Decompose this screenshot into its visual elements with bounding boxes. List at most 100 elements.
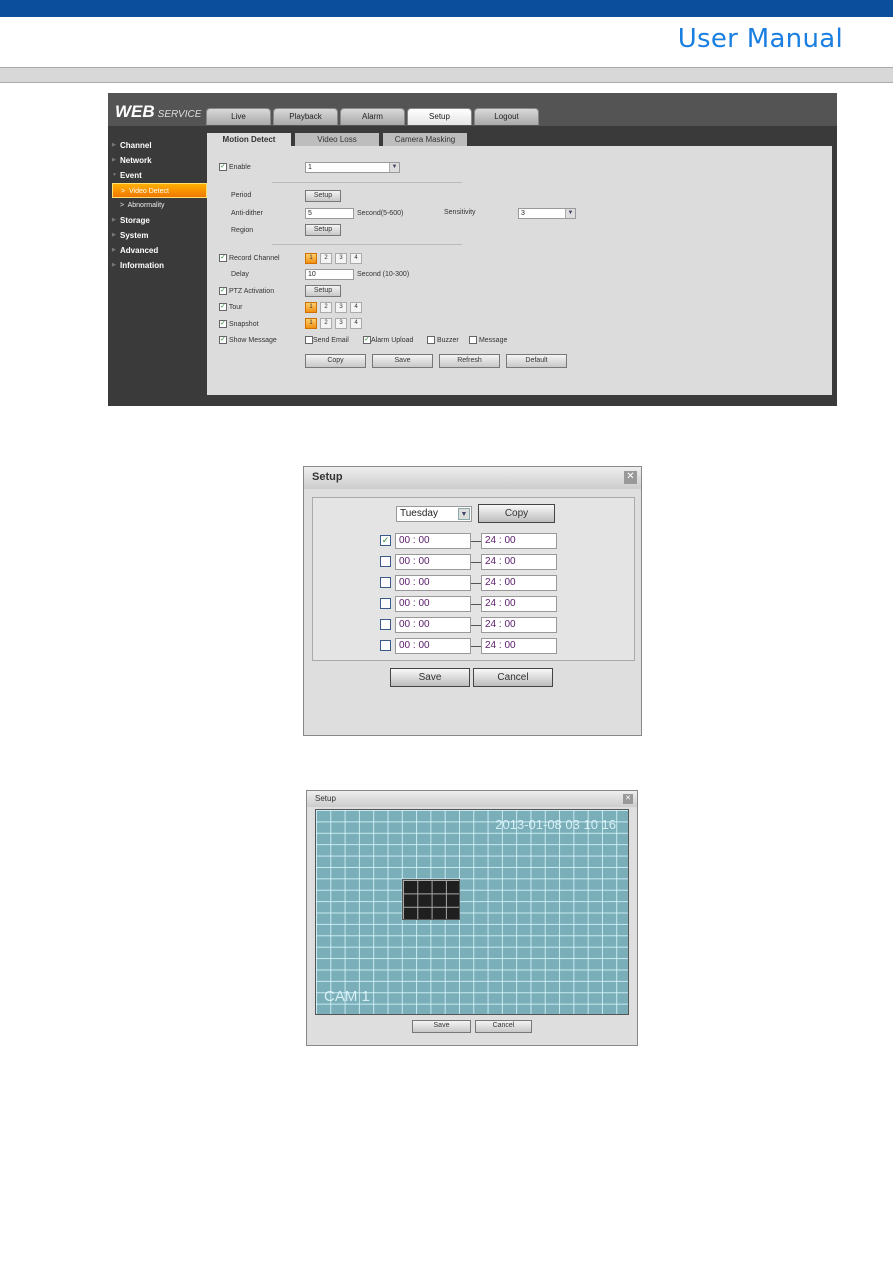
sidebar-item-advanced[interactable]: Advanced: [112, 243, 207, 258]
sidebar-item-channel[interactable]: Channel: [112, 138, 207, 153]
tour-channel-4[interactable]: 4: [350, 302, 362, 313]
period-box: Tuesday ▼ Copy ✓ 00 : 00 24 : 00 00 : 00 24 :…: [312, 497, 635, 661]
copy-button[interactable]: Copy: [478, 504, 555, 523]
divider: [272, 182, 462, 183]
save-button[interactable]: Save: [390, 668, 470, 687]
sidebar-item-event[interactable]: Event: [112, 168, 207, 183]
cancel-button[interactable]: Cancel: [475, 1020, 532, 1033]
show-message-checkbox[interactable]: ✓: [219, 336, 227, 344]
period-dash: [471, 541, 481, 542]
period-checkbox[interactable]: [380, 577, 391, 588]
cancel-button[interactable]: Cancel: [473, 668, 553, 687]
period-checkbox[interactable]: [380, 640, 391, 651]
tour-channel-2[interactable]: 2: [320, 302, 332, 313]
ptz-setup-button[interactable]: Setup: [305, 285, 341, 297]
save-button[interactable]: Save: [372, 354, 433, 368]
tab-motion-detect[interactable]: Motion Detect: [207, 133, 291, 147]
period-end-input[interactable]: 24 : 00: [481, 575, 557, 591]
alarm-upload-checkbox[interactable]: ✓: [363, 336, 371, 344]
camera-label-overlay: CAM 1: [324, 988, 370, 1005]
snapshot-row: ✓ Snapshot: [219, 320, 259, 328]
copy-button[interactable]: Copy: [305, 354, 366, 368]
day-select[interactable]: Tuesday ▼: [396, 506, 472, 522]
send-email-label: Send Email: [313, 336, 349, 344]
period-end-input[interactable]: 24 : 00: [481, 638, 557, 654]
sensitivity-label: Sensitivity: [444, 209, 476, 216]
buzzer-checkbox[interactable]: [427, 336, 435, 344]
period-start-input[interactable]: 00 : 00: [395, 638, 471, 654]
snapshot-channel-3[interactable]: 3: [335, 318, 347, 329]
sidebar-item-storage[interactable]: Storage: [112, 213, 207, 228]
sidebar-item-information[interactable]: Information: [112, 258, 207, 273]
period-start-input[interactable]: 00 : 00: [395, 533, 471, 549]
period-checkbox[interactable]: ✓: [380, 535, 391, 546]
selected-region[interactable]: [402, 879, 460, 920]
sidebar-item-abnormality[interactable]: > Abnormality: [112, 198, 207, 213]
snapshot-channel-1[interactable]: 1: [305, 318, 317, 329]
period-end-input[interactable]: 24 : 00: [481, 554, 557, 570]
default-button[interactable]: Default: [506, 354, 567, 368]
record-channel-3[interactable]: 3: [335, 253, 347, 264]
channel-select[interactable]: 1 ▼: [305, 162, 400, 173]
alarm-upload-option: ✓Alarm Upload: [363, 336, 413, 344]
anti-dither-input[interactable]: 5: [305, 208, 354, 219]
tab-logout[interactable]: Logout: [474, 108, 539, 125]
period-start-input[interactable]: 00 : 00: [395, 617, 471, 633]
period-start-input[interactable]: 00 : 00: [395, 575, 471, 591]
record-channel-4[interactable]: 4: [350, 253, 362, 264]
record-channel-checkbox[interactable]: ✓: [219, 254, 227, 262]
divider: [272, 244, 462, 245]
period-checkbox[interactable]: [380, 598, 391, 609]
tab-playback[interactable]: Playback: [273, 108, 338, 125]
close-icon[interactable]: ✕: [624, 471, 637, 484]
send-email-checkbox[interactable]: [305, 336, 313, 344]
web-service-screenshot: WEB SERVICE Live Playback Alarm Setup Log…: [108, 93, 837, 406]
sidebar: Channel Network Event > Video Detect > A…: [112, 138, 207, 273]
tab-camera-masking[interactable]: Camera Masking: [383, 133, 467, 147]
snapshot-checkbox[interactable]: ✓: [219, 320, 227, 328]
sidebar-item-network[interactable]: Network: [112, 153, 207, 168]
sidebar-item-system[interactable]: System: [112, 228, 207, 243]
enable-checkbox[interactable]: ✓: [219, 163, 227, 171]
logo: WEB SERVICE: [115, 102, 201, 122]
period-dash: [471, 646, 481, 647]
period-start-input[interactable]: 00 : 00: [395, 596, 471, 612]
timestamp-overlay: 2013-01-08 03 10 16: [495, 817, 616, 832]
message-checkbox[interactable]: [469, 336, 477, 344]
record-channel-2[interactable]: 2: [320, 253, 332, 264]
period-checkbox[interactable]: [380, 619, 391, 630]
period-end-input[interactable]: 24 : 00: [481, 596, 557, 612]
tab-video-loss[interactable]: Video Loss: [295, 133, 379, 147]
snapshot-channel-4[interactable]: 4: [350, 318, 362, 329]
period-end-input[interactable]: 24 : 00: [481, 533, 557, 549]
tab-alarm[interactable]: Alarm: [340, 108, 405, 125]
anti-dither-unit: Second(5-600): [357, 210, 404, 217]
sensitivity-select[interactable]: 3 ▼: [518, 208, 576, 219]
region-grid[interactable]: 2013-01-08 03 10 16 CAM 1: [315, 809, 629, 1015]
main-tabs: Live Playback Alarm Setup Logout: [206, 108, 539, 125]
period-setup-button[interactable]: Setup: [305, 190, 341, 202]
tab-setup[interactable]: Setup: [407, 108, 472, 125]
message-label: Message: [478, 336, 508, 344]
sidebar-sub-label: Abnormality: [127, 202, 165, 209]
record-channel-1[interactable]: 1: [305, 253, 317, 264]
delay-input[interactable]: 10: [305, 269, 354, 280]
period-checkbox[interactable]: [380, 556, 391, 567]
period-start-input[interactable]: 00 : 00: [395, 554, 471, 570]
tour-channel-3[interactable]: 3: [335, 302, 347, 313]
period-end-input[interactable]: 24 : 00: [481, 617, 557, 633]
snapshot-channel-2[interactable]: 2: [320, 318, 332, 329]
sidebar-item-video-detect[interactable]: > Video Detect: [112, 183, 207, 198]
region-setup-dialog: Setup ✕ 2013-01-08 03 10 16 CAM 1 Save C…: [306, 790, 638, 1046]
ptz-checkbox[interactable]: ✓: [219, 287, 227, 295]
tab-live[interactable]: Live: [206, 108, 271, 125]
refresh-button[interactable]: Refresh: [439, 354, 500, 368]
tour-channel-1[interactable]: 1: [305, 302, 317, 313]
tour-checkbox[interactable]: ✓: [219, 303, 227, 311]
region-setup-button[interactable]: Setup: [305, 224, 341, 236]
close-icon[interactable]: ✕: [623, 794, 633, 804]
dialog-title: Setup: [304, 467, 641, 489]
save-button[interactable]: Save: [412, 1020, 471, 1033]
delay-label: Delay: [231, 271, 249, 278]
buzzer-option: Buzzer: [427, 336, 459, 344]
